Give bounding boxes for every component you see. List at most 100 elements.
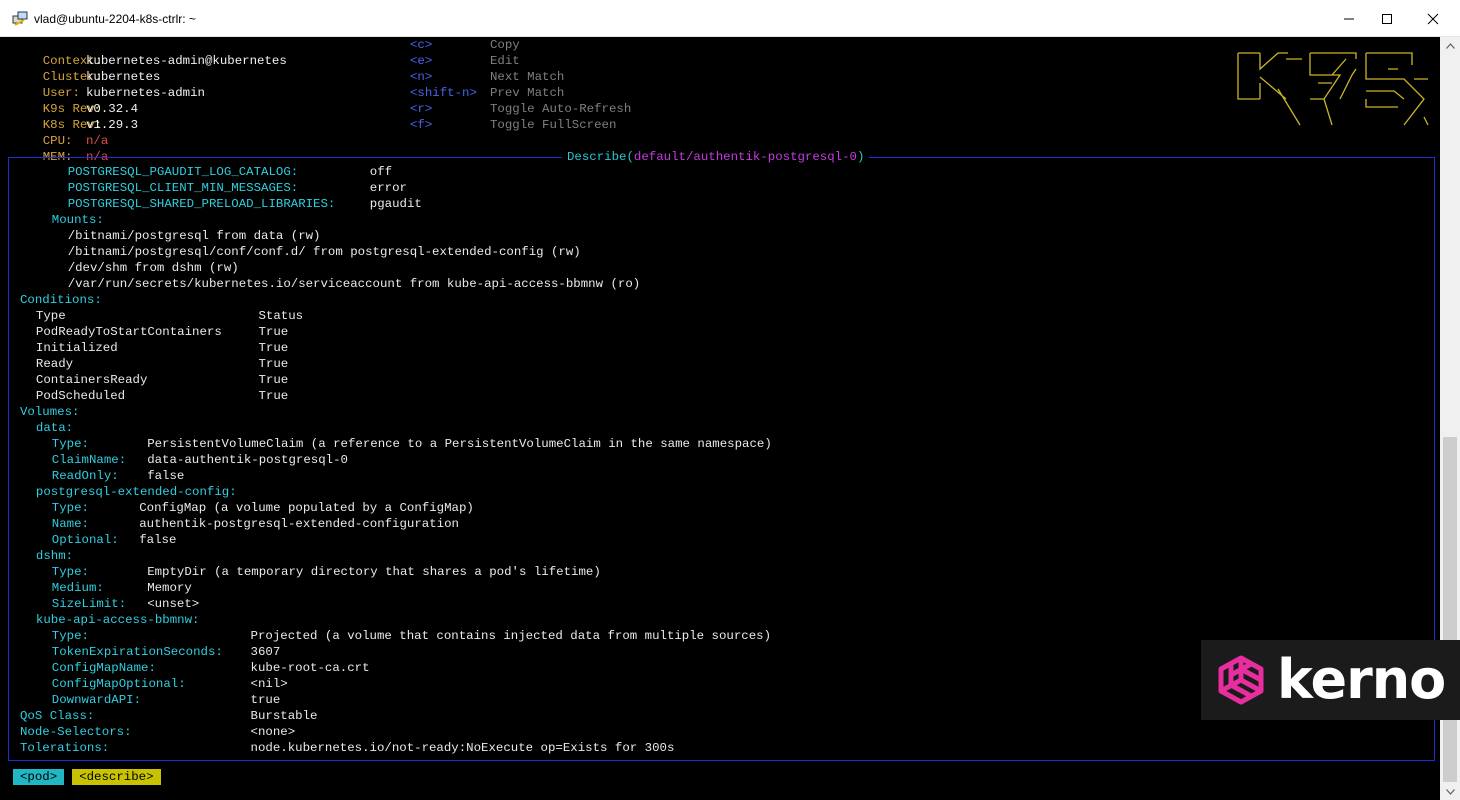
header-cluster: Cluster: kubernetes xyxy=(13,53,161,84)
cluster-value: kubernetes xyxy=(86,70,161,84)
describe-key: Medium: xyxy=(51,581,104,595)
keybinding-edit: <e> Edit xyxy=(410,53,520,69)
keybinding-key: <r> xyxy=(410,102,433,116)
keybinding-key: <f> xyxy=(410,118,433,132)
scroll-down-button[interactable] xyxy=(1440,783,1460,800)
scroll-up-button[interactable] xyxy=(1440,37,1460,54)
describe-key: POSTGRESQL_SHARED_PRELOAD_LIBRARIES: xyxy=(67,197,336,211)
keybinding-action: Toggle Auto-Refresh xyxy=(490,102,632,116)
k8s-rev-value: v1.29.3 xyxy=(86,118,139,132)
describe-value: off xyxy=(369,165,393,179)
describe-title-prefix: Describe( xyxy=(567,150,634,164)
condition-type: Type xyxy=(35,309,66,323)
describe-value: /bitnami/postgresql from data (rw) xyxy=(67,229,321,243)
describe-value: EmptyDir (a temporary directory that sha… xyxy=(147,565,601,579)
breadcrumb-pod[interactable]: <pod> xyxy=(13,769,65,785)
describe-key: kube-api-access-bbmnw: xyxy=(35,613,200,627)
describe-value: /var/run/secrets/kubernetes.io/serviceac… xyxy=(67,277,641,291)
describe-key: POSTGRESQL_PGAUDIT_LOG_CATALOG: xyxy=(67,165,299,179)
keybinding-fullscreen: <f> Toggle FullScreen xyxy=(410,117,616,133)
describe-value: /dev/shm from dshm (rw) xyxy=(67,261,239,275)
keybinding-action: Copy xyxy=(490,38,520,52)
describe-key: Node-Selectors: xyxy=(20,725,132,739)
describe-key: POSTGRESQL_CLIENT_MIN_MESSAGES: xyxy=(67,181,299,195)
maximize-button[interactable] xyxy=(1364,0,1410,37)
window-titlebar: vlad@ubuntu-2204-k8s-ctrlr: ~ xyxy=(0,0,1460,37)
condition-status: True xyxy=(258,357,289,371)
keybinding-key: <shift-n> xyxy=(410,86,477,100)
kerno-wordmark: kerno xyxy=(1277,648,1446,711)
describe-title-path: default/authentik-postgresql-0 xyxy=(633,150,857,164)
chevron-up-icon xyxy=(1445,42,1455,49)
maximize-icon xyxy=(1382,13,1392,24)
describe-key: SizeLimit: xyxy=(51,597,127,611)
breadcrumb: <pod> <describe> xyxy=(13,769,161,785)
cpu-value: n/a xyxy=(86,134,109,148)
k9s-logo-icon xyxy=(1237,52,1429,126)
kerno-logo-icon xyxy=(1218,655,1264,705)
describe-key: Type: xyxy=(51,629,89,643)
describe-key: ConfigMapName: xyxy=(51,661,156,675)
close-button[interactable] xyxy=(1410,0,1456,37)
header-k8s-rev: K8s Rev: v1.29.3 xyxy=(13,101,138,132)
keybinding-action: Next Match xyxy=(490,70,565,84)
describe-value: 3607 xyxy=(250,645,281,659)
header-user: User: kubernetes-admin xyxy=(13,69,205,100)
describe-key: Name: xyxy=(51,517,89,531)
user-value: kubernetes-admin xyxy=(86,86,205,100)
describe-title: Describe(default/authentik-postgresql-0) xyxy=(562,149,870,165)
keybinding-action: Toggle FullScreen xyxy=(490,118,617,132)
keybinding-key: <n> xyxy=(410,70,433,84)
header-context: Context: kubernetes-admin@kubernetes xyxy=(13,37,287,68)
describe-key: data: xyxy=(35,421,74,435)
describe-value: ConfigMap (a volume populated by a Confi… xyxy=(139,501,474,515)
condition-status: True xyxy=(258,389,289,403)
describe-value: Burstable xyxy=(250,709,318,723)
describe-value: Memory xyxy=(147,581,192,595)
describe-value: error xyxy=(369,181,407,195)
describe-key: QoS Class: xyxy=(20,709,95,723)
describe-value: /bitnami/postgresql/conf/conf.d/ from po… xyxy=(67,245,581,259)
describe-value: pgaudit xyxy=(369,197,422,211)
putty-icon xyxy=(12,11,28,26)
describe-key: Volumes: xyxy=(20,405,80,419)
describe-key: Type: xyxy=(51,501,89,515)
describe-key: postgresql-extended-config: xyxy=(35,485,237,499)
describe-value: node.kubernetes.io/not-ready:NoExecute o… xyxy=(250,741,675,755)
keybinding-action: Prev Match xyxy=(490,86,565,100)
condition-type: ContainersReady xyxy=(35,373,148,387)
keybinding-copy: <c> Copy xyxy=(410,37,520,53)
condition-status: True xyxy=(258,325,289,339)
describe-value: data-authentik-postgresql-0 xyxy=(147,453,348,467)
describe-value: Projected (a volume that contains inject… xyxy=(250,629,772,643)
describe-value: kube-root-ca.crt xyxy=(250,661,370,675)
breadcrumb-describe[interactable]: <describe> xyxy=(72,769,161,785)
close-icon xyxy=(1427,13,1439,24)
describe-value: false xyxy=(147,469,185,483)
condition-type: Ready xyxy=(35,357,74,371)
condition-type: Initialized xyxy=(35,341,118,355)
describe-key: ReadOnly: xyxy=(51,469,119,483)
keybinding-key: <c> xyxy=(410,38,433,52)
header-cpu: CPU: n/a xyxy=(13,117,109,148)
describe-key: ConfigMapOptional: xyxy=(51,677,186,691)
describe-value: false xyxy=(139,533,177,547)
condition-status: Status xyxy=(258,309,304,323)
chevron-down-icon xyxy=(1445,788,1455,795)
describe-key: Mounts: xyxy=(51,213,104,227)
condition-status: True xyxy=(258,373,289,387)
scrollbar-thumb[interactable] xyxy=(1443,437,1457,782)
describe-key: Type: xyxy=(51,437,89,451)
keybinding-next-match: <n> Next Match xyxy=(410,69,564,85)
minimize-icon xyxy=(1344,18,1354,19)
condition-type: PodReadyToStartContainers xyxy=(35,325,222,339)
describe-key: ClaimName: xyxy=(51,453,127,467)
context-value: kubernetes-admin@kubernetes xyxy=(86,54,287,68)
describe-value: <none> xyxy=(250,725,296,739)
describe-value: authentik-postgresql-extended-configurat… xyxy=(139,517,459,531)
keybinding-key: <e> xyxy=(410,54,433,68)
describe-value: <unset> xyxy=(147,597,200,611)
header-mem: MEM: n/a xyxy=(13,133,109,164)
keybinding-auto-refresh: <r> Toggle Auto-Refresh xyxy=(410,101,631,117)
condition-status: True xyxy=(258,341,289,355)
